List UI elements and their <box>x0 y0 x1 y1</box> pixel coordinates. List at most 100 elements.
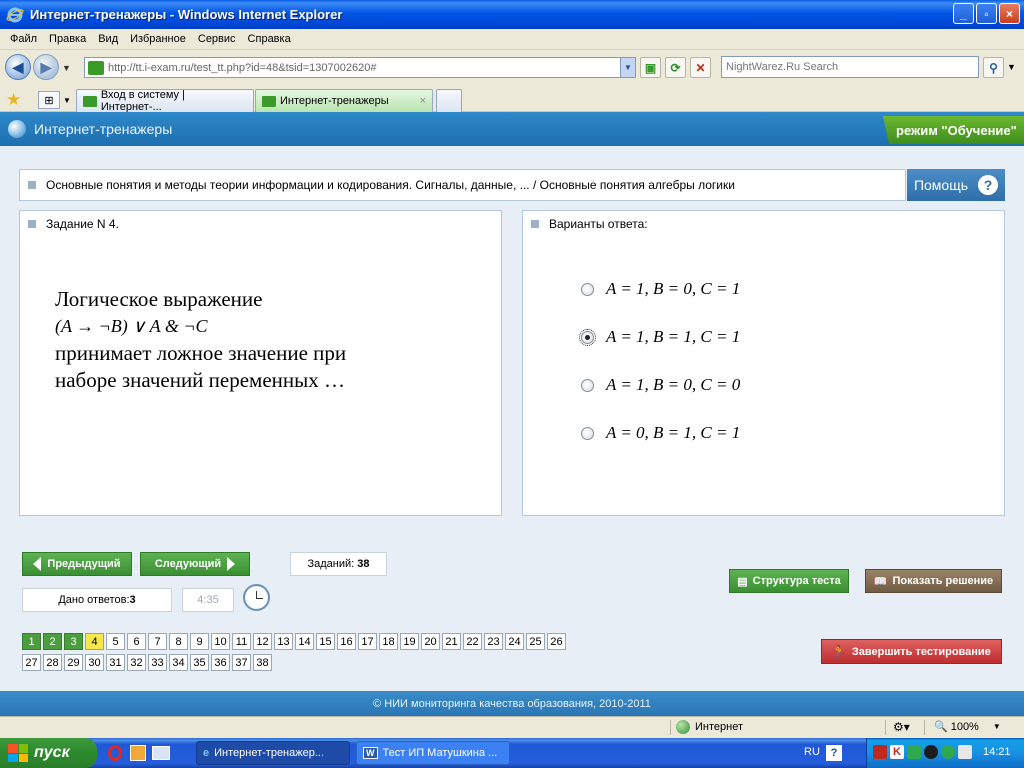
taskbar-item-ie[interactable]: e Интернет-тренажер... <box>196 741 350 765</box>
finish-test-button[interactable]: 🏃 Завершить тестирование <box>821 639 1002 664</box>
answers-panel-header: Варианты ответа: <box>523 211 1004 237</box>
question-number-cell[interactable]: 25 <box>526 633 545 650</box>
question-number-cell[interactable]: 23 <box>484 633 503 650</box>
question-number-cell[interactable]: 10 <box>211 633 230 650</box>
question-number-cell[interactable]: 9 <box>190 633 209 650</box>
refresh-button[interactable]: ⟳ <box>665 57 686 78</box>
question-number-cell[interactable]: 1 <box>22 633 41 650</box>
forward-button[interactable]: ▶ <box>33 54 59 80</box>
menu-view[interactable]: Вид <box>94 33 126 45</box>
stop-button[interactable]: ✕ <box>690 57 711 78</box>
help-button[interactable]: Помощь ? <box>907 169 1005 201</box>
menu-help[interactable]: Справка <box>244 33 299 45</box>
question-number-cell[interactable]: 38 <box>253 654 272 671</box>
question-number-cell[interactable]: 36 <box>211 654 230 671</box>
question-number-cell[interactable]: 33 <box>148 654 167 671</box>
radio-button[interactable] <box>581 282 594 296</box>
tray-app-icon[interactable] <box>873 745 887 759</box>
close-button[interactable]: × <box>999 3 1020 24</box>
favorites-star-icon[interactable]: ★ <box>6 90 21 110</box>
question-number-cell[interactable]: 27 <box>22 654 41 671</box>
taskbar-item-word[interactable]: W Тест ИП Матушкина ... <box>356 741 510 765</box>
minimize-button[interactable]: _ <box>953 3 974 24</box>
answers-given-label: Дано ответов: <box>58 594 130 606</box>
question-number-cell[interactable]: 7 <box>148 633 167 650</box>
question-number-cell[interactable]: 29 <box>64 654 83 671</box>
new-tab-button[interactable] <box>436 89 462 112</box>
search-input[interactable]: NightWarez.Ru Search <box>721 56 979 78</box>
question-number-cell[interactable]: 8 <box>169 633 188 650</box>
help-tray-icon[interactable]: ? <box>826 745 842 761</box>
radio-button-selected[interactable] <box>579 328 596 346</box>
question-number-cell[interactable]: 20 <box>421 633 440 650</box>
question-number-cell[interactable]: 35 <box>190 654 209 671</box>
menu-bar: Файл Правка Вид Избранное Сервис Справка <box>0 29 1024 50</box>
zoom-control[interactable]: 🔍 100% ▼ <box>934 720 1001 734</box>
quicklaunch-icon[interactable] <box>130 745 146 761</box>
radio-button[interactable] <box>581 378 594 392</box>
menu-tools[interactable]: Сервис <box>194 33 244 45</box>
protected-mode-icon[interactable]: ⚙▾ <box>893 720 910 734</box>
question-number-cell[interactable]: 21 <box>442 633 461 650</box>
back-button[interactable]: ◀ <box>5 54 31 80</box>
address-field[interactable]: http://tt.i-exam.ru/test_tt.php?id=48&ts… <box>84 57 636 78</box>
menu-edit[interactable]: Правка <box>45 33 94 45</box>
tab-login[interactable]: Вход в систему | Интернет-... <box>76 89 254 113</box>
question-number-cell[interactable]: 32 <box>127 654 146 671</box>
show-desktop-icon[interactable] <box>152 746 170 760</box>
question-number-cell[interactable]: 18 <box>379 633 398 650</box>
menu-favorites[interactable]: Избранное <box>126 33 194 45</box>
finish-label: Завершить тестирование <box>851 645 991 658</box>
question-number-cell[interactable]: 34 <box>169 654 188 671</box>
question-number-cell[interactable]: 37 <box>232 654 251 671</box>
next-button[interactable]: Следующий <box>140 552 250 576</box>
language-indicator[interactable]: RU <box>804 746 820 758</box>
compat-view-button[interactable]: ▣ <box>640 57 661 78</box>
history-dropdown-icon[interactable]: ▼ <box>62 63 71 73</box>
radio-button[interactable] <box>581 426 594 440</box>
question-number-cell[interactable]: 4 <box>85 633 104 650</box>
tab-trainers[interactable]: Интернет-тренажеры × <box>255 89 433 112</box>
volume-icon[interactable] <box>907 745 921 759</box>
question-number-cell[interactable]: 15 <box>316 633 335 650</box>
quick-tabs-icon[interactable]: ⊞ <box>38 91 60 109</box>
question-number-cell[interactable]: 17 <box>358 633 377 650</box>
previous-button[interactable]: Предыдущий <box>22 552 132 576</box>
answer-option-3[interactable]: A = 1, B = 0, C = 0 <box>581 375 740 395</box>
tab-close-icon[interactable]: × <box>420 95 426 107</box>
question-number-cell[interactable]: 26 <box>547 633 566 650</box>
question-number-cell[interactable]: 13 <box>274 633 293 650</box>
test-structure-button[interactable]: ▤ Структура теста <box>729 569 849 593</box>
search-button[interactable]: ⚲ <box>983 57 1004 78</box>
maximize-button[interactable]: ▫ <box>976 3 997 24</box>
question-number-cell[interactable]: 16 <box>337 633 356 650</box>
start-button[interactable]: пуск <box>0 738 97 768</box>
opera-icon[interactable] <box>108 745 122 761</box>
answer-option-1[interactable]: A = 1, B = 0, C = 1 <box>581 279 740 299</box>
question-number-cell[interactable]: 24 <box>505 633 524 650</box>
answer-option-2[interactable]: A = 1, B = 1, C = 1 <box>579 327 740 347</box>
question-number-cell[interactable]: 12 <box>253 633 272 650</box>
address-url: http://tt.i-exam.ru/test_tt.php?id=48&ts… <box>108 61 377 74</box>
network-icon[interactable] <box>941 745 955 759</box>
antivirus-icon[interactable]: K <box>890 745 904 759</box>
tab-list-dropdown-icon[interactable]: ▼ <box>63 96 71 105</box>
question-number-cell[interactable]: 30 <box>85 654 104 671</box>
question-number-cell[interactable]: 22 <box>463 633 482 650</box>
search-options-icon[interactable]: ▼ <box>1007 62 1016 72</box>
show-solution-button[interactable]: 📖 Показать решение <box>865 569 1002 593</box>
question-number-cell[interactable]: 5 <box>106 633 125 650</box>
question-number-cell[interactable]: 6 <box>127 633 146 650</box>
question-number-cell[interactable]: 14 <box>295 633 314 650</box>
question-number-cell[interactable]: 19 <box>400 633 419 650</box>
question-number-cell[interactable]: 28 <box>43 654 62 671</box>
menu-file[interactable]: Файл <box>6 33 45 45</box>
media-icon[interactable] <box>924 745 938 759</box>
safely-remove-icon[interactable] <box>958 745 972 759</box>
answer-option-4[interactable]: A = 0, B = 1, C = 1 <box>581 423 740 443</box>
question-number-cell[interactable]: 11 <box>232 633 251 650</box>
question-number-cell[interactable]: 31 <box>106 654 125 671</box>
address-dropdown-icon[interactable]: ▼ <box>620 58 635 77</box>
question-number-cell[interactable]: 3 <box>64 633 83 650</box>
question-number-cell[interactable]: 2 <box>43 633 62 650</box>
